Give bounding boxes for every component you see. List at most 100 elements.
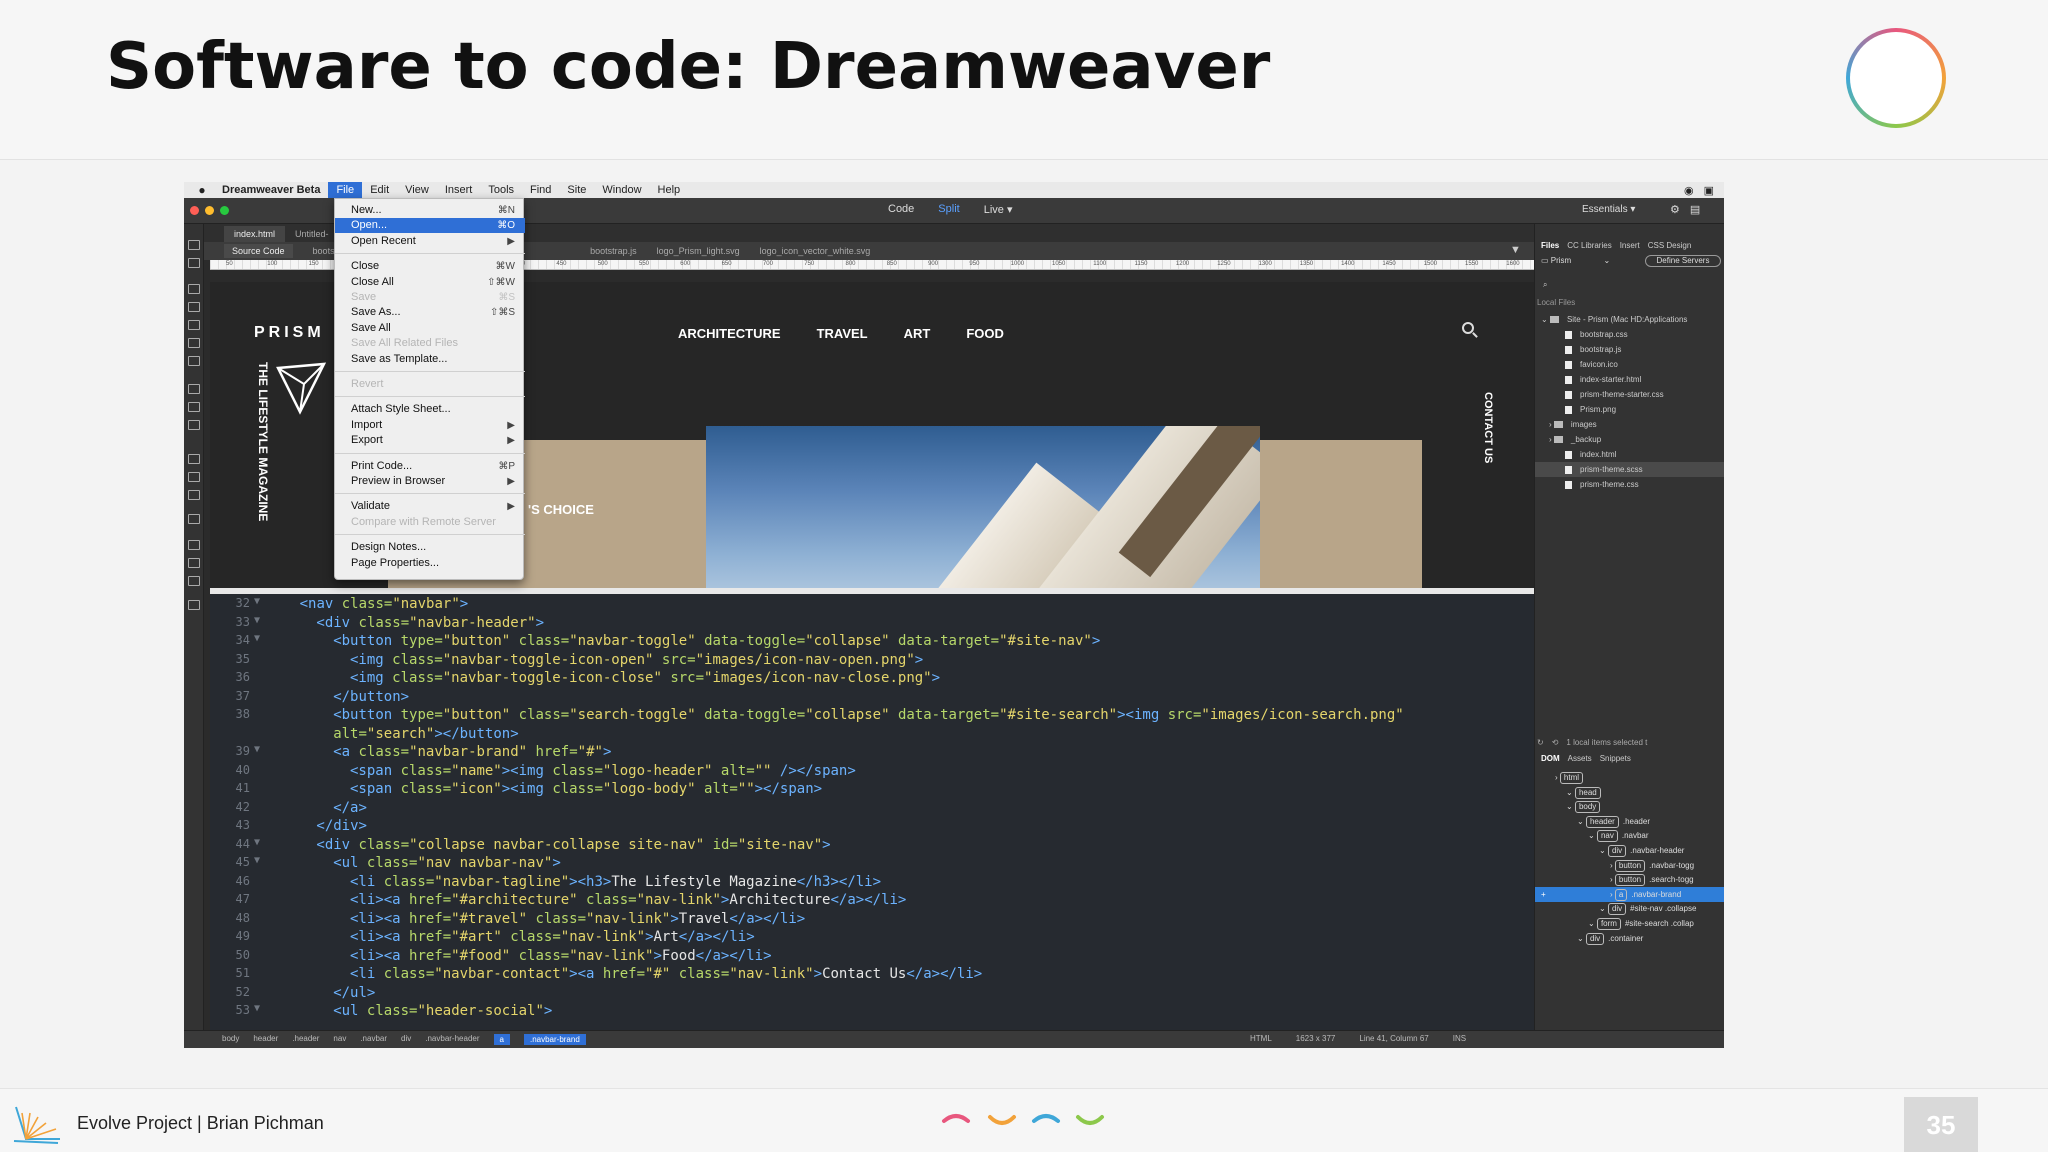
file-item[interactable]: prism-theme.css — [1535, 477, 1724, 492]
related-bootstrap-js[interactable]: bootstrap.js — [590, 246, 637, 256]
panel-tab-insert[interactable]: Insert — [1620, 241, 1640, 250]
file-menu-item-attach-style-sheet[interactable]: Attach Style Sheet... — [335, 402, 525, 417]
format-source-icon[interactable] — [188, 320, 200, 330]
file-item[interactable]: bootstrap.js — [1535, 342, 1724, 357]
tab-index-html[interactable]: index.html — [224, 226, 286, 242]
dom-node[interactable]: ⌄ body — [1566, 799, 1604, 814]
menu-insert[interactable]: Insert — [437, 182, 481, 198]
live-view-button[interactable]: Live ▾ — [984, 203, 1013, 216]
collapse-icon[interactable] — [188, 302, 200, 312]
code-line[interactable]: 38 <button type="button" class="search-to… — [210, 707, 1404, 726]
tag-crumb[interactable]: a — [493, 1034, 510, 1045]
dom-node[interactable]: ⌄ div .container — [1577, 931, 1643, 946]
code-line[interactable]: 41 <span class="icon"><img class="logo-bo… — [210, 781, 823, 800]
file-item[interactable]: prism-theme.scss — [1535, 462, 1724, 477]
menu-edit[interactable]: Edit — [362, 182, 397, 198]
menu-window[interactable]: Window — [594, 182, 649, 198]
related-logo-vector[interactable]: logo_icon_vector_white.svg — [760, 246, 871, 256]
outdent-icon[interactable] — [188, 514, 200, 524]
file-menu-item-validate[interactable]: Validate ▶ — [335, 499, 525, 514]
chevron-icon[interactable]: ⌄ — [1588, 831, 1597, 840]
close-window-button[interactable] — [190, 206, 199, 215]
fold-toggle-icon[interactable]: ▼ — [254, 596, 266, 615]
code-line[interactable]: 46 <li class="navbar-tagline"><h3>The Lif… — [210, 874, 882, 893]
workspace-switcher[interactable]: Essentials ▾ — [1582, 204, 1635, 215]
search-icon[interactable]: ⌕ — [1543, 280, 1547, 290]
file-menu-item-open-recent[interactable]: Open Recent ▶ — [335, 234, 525, 249]
file-item[interactable]: favicon.ico — [1535, 357, 1724, 372]
menu-help[interactable]: Help — [650, 182, 689, 198]
site-nav-architecture[interactable]: ARCHITECTURE — [678, 326, 781, 341]
file-menu-item-preview-in-browser[interactable]: Preview in Browser ▶ — [335, 474, 525, 489]
user-icon[interactable]: ▣ — [1704, 184, 1714, 197]
chevron-icon[interactable]: ⌄ — [1599, 904, 1608, 913]
chevron-icon[interactable]: ⌄ — [1577, 817, 1586, 826]
add-element-icon[interactable]: + — [1541, 887, 1546, 902]
menu-file[interactable]: File — [328, 182, 363, 198]
code-line[interactable]: 49 <li><a href="#art" class="nav-link">Ar… — [210, 929, 755, 948]
dom-node[interactable]: ⌄ form #site-search .collap — [1588, 916, 1694, 931]
code-line[interactable]: alt="search"></button> — [210, 726, 518, 745]
code-line[interactable]: 33 ▼ <div class="navbar-header"> — [210, 615, 544, 634]
file-menu-item-page-properties[interactable]: Page Properties... — [335, 556, 525, 571]
tag-crumb[interactable]: nav — [333, 1034, 346, 1045]
move-css-icon[interactable] — [188, 472, 200, 482]
chevron-icon[interactable]: ⌄ — [1566, 802, 1575, 811]
file-item[interactable]: bootstrap.css — [1535, 327, 1724, 342]
wrap-tag-icon[interactable] — [188, 420, 200, 430]
code-line[interactable]: 43 </div> — [210, 818, 367, 837]
panel-tab-dom[interactable]: DOM — [1541, 754, 1560, 763]
dom-node[interactable]: › a .navbar-brand — [1610, 887, 1681, 902]
code-line[interactable]: 34 ▼ <button type="button" class="navbar-t… — [210, 633, 1101, 652]
site-nav-art[interactable]: ART — [904, 326, 931, 341]
file-menu-item-close[interactable]: Close ⌘W — [335, 259, 525, 274]
refresh-icon[interactable]: ↻ — [1537, 738, 1544, 747]
code-line[interactable]: 50 <li><a href="#food" class="nav-link">F… — [210, 948, 772, 967]
tag-crumb[interactable]: div — [401, 1034, 411, 1045]
code-view[interactable]: 32 ▼ <nav class="navbar"> 33 ▼ <div class="na… — [210, 594, 1554, 1030]
split-view-button[interactable]: Split — [938, 203, 959, 216]
file-menu-item-close-all[interactable]: Close All ⇧⌘W — [335, 275, 525, 290]
folder-item[interactable]: › images — [1535, 417, 1724, 432]
tag-crumb[interactable]: .navbar — [360, 1034, 387, 1045]
site-nav-food[interactable]: FOOD — [966, 326, 1004, 341]
tag-crumb[interactable]: header — [253, 1034, 278, 1045]
panel-tab-snippets[interactable]: Snippets — [1600, 754, 1631, 763]
dom-node[interactable]: ⌄ header .header — [1577, 814, 1650, 829]
fold-toggle-icon[interactable]: ▼ — [254, 633, 266, 652]
define-servers-button[interactable]: Define Servers — [1645, 255, 1721, 267]
fold-toggle-icon[interactable]: ▼ — [254, 615, 266, 634]
panel-tab-assets[interactable]: Assets — [1568, 754, 1592, 763]
menu-tools[interactable]: Tools — [480, 182, 522, 198]
file-menu-item-export[interactable]: Export ▶ — [335, 433, 525, 448]
file-management-icon[interactable] — [188, 258, 200, 268]
folder-item[interactable]: › _backup — [1535, 432, 1724, 447]
more-tools-icon[interactable] — [188, 600, 200, 610]
file-item[interactable]: prism-theme-starter.css — [1535, 387, 1724, 402]
site-select[interactable]: ▭ Prism ⌄ — [1541, 254, 1631, 268]
line-numbers-icon[interactable] — [188, 338, 200, 348]
site-root[interactable]: ⌄ Site - Prism (Mac HD:Applications — [1535, 312, 1724, 327]
chevron-icon[interactable]: ⌄ — [1566, 788, 1575, 797]
window-size[interactable]: 1623 x 377 — [1296, 1034, 1336, 1043]
zoom-window-button[interactable] — [220, 206, 229, 215]
dom-node[interactable]: › html — [1555, 770, 1587, 785]
file-menu-item-design-notes[interactable]: Design Notes... — [335, 540, 525, 555]
file-menu-item-save-as-template[interactable]: Save as Template... — [335, 352, 525, 367]
document-type[interactable]: HTML — [1250, 1034, 1272, 1043]
menu-site[interactable]: Site — [559, 182, 594, 198]
dom-node[interactable]: ⌄ div #site-nav .collapse — [1599, 901, 1696, 916]
file-menu-item-print-code[interactable]: Print Code... ⌘P — [335, 459, 525, 474]
code-line[interactable]: 44 ▼ <div class="collapse navbar-collapse … — [210, 837, 831, 856]
code-line[interactable]: 42 </a> — [210, 800, 367, 819]
format-icon[interactable] — [188, 576, 200, 586]
dom-node[interactable]: › button .navbar-togg — [1610, 858, 1694, 873]
code-line[interactable]: 32 ▼ <nav class="navbar"> — [210, 596, 469, 615]
apply-comment-icon[interactable] — [188, 384, 200, 394]
balance-braces-icon[interactable] — [188, 540, 200, 550]
code-view-button[interactable]: Code — [888, 203, 914, 216]
dom-node[interactable]: ⌄ nav .navbar — [1588, 828, 1649, 843]
code-line[interactable]: 40 <span class="name"><img class="logo-he… — [210, 763, 856, 782]
sync-icon[interactable]: ⟲ — [1552, 738, 1559, 747]
code-line[interactable]: 53 ▼ <ul class="header-social"> — [210, 1003, 553, 1022]
